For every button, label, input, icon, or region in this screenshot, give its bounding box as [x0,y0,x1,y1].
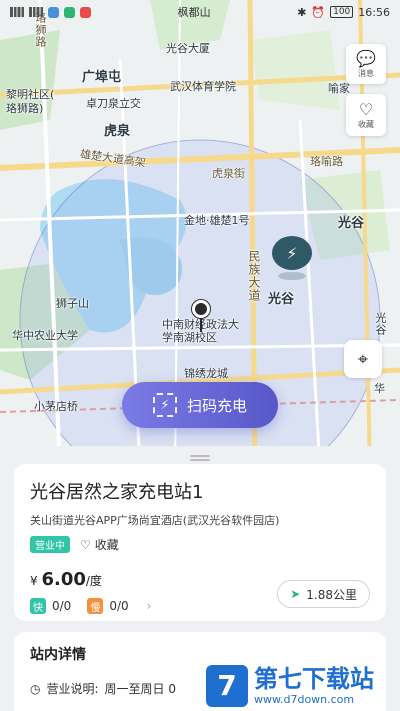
current-location-pin [192,300,210,336]
battery-indicator: 100 [330,6,354,18]
heart-icon: ♡ [358,99,374,119]
map-label: 武汉体育学院 [170,80,236,93]
slow-charge-count: 0/0 [109,599,129,613]
map-label: 光谷 [268,292,295,307]
charging-station-marker[interactable]: ⚡ [272,236,312,280]
app-notification-icon [80,6,91,18]
scan-charge-icon: ⚡ [152,393,177,417]
favorite-toggle[interactable]: ♡ 收藏 [80,536,119,553]
app-notification-icon [64,6,75,18]
map-label: 喻家 [328,82,350,95]
hours-label: 营业说明: [46,682,99,696]
chevron-right-icon: › [146,599,152,613]
price-unit: /度 [85,574,102,588]
price-value: 6.00 [41,569,86,590]
heart-icon: ♡ [80,537,91,552]
map-label: 光谷大厦 [166,42,210,55]
favorites-button[interactable]: ♡ 收藏 [346,94,386,136]
map-label: 金地·雄楚1号 [184,214,250,227]
charger-icon: ⚡ [272,236,312,270]
message-icon: 💬 [356,48,376,68]
map-label: 光谷 [374,312,387,336]
map-label: 小茅店桥 [34,400,78,413]
status-location: 枫都山 [177,6,211,19]
watermark-logo: 7 [206,664,248,707]
signal-icon [10,7,24,17]
favorite-label: 收藏 [94,538,119,552]
signal-icon [29,7,43,17]
map-label: 民族大道 [247,250,261,302]
message-label: 消息 [358,68,374,78]
watermark-name: 第七下载站 [254,665,374,693]
navigation-arrow-icon: ➤ [290,587,301,601]
watermark: 7 第七下载站 www.d7down.com [206,660,396,711]
scan-charge-button[interactable]: ⚡ 扫码充电 [122,382,278,428]
message-button[interactable]: 💬 消息 [346,44,386,84]
status-badge: 营业中 [30,536,70,553]
map-label: 珞喻路 [310,155,343,168]
clock-icon: ◷ [30,681,41,696]
map-label: 光谷 [338,216,365,231]
clock: 16:56 [358,5,390,19]
map-label: 锦绣龙城 [184,367,228,380]
alarm-icon: ⏰ [311,5,326,19]
locate-me-button[interactable]: ⌖ [344,340,382,378]
scan-charge-label: 扫码充电 [186,396,247,415]
crosshair-icon: ⌖ [357,348,369,370]
station-address: 关山街道光谷APP广场尚宜酒店(武汉光谷软件园店) [30,514,280,527]
station-name: 光谷居然之家充电站1 [30,482,204,503]
watermark-url: www.d7down.com [254,693,355,706]
navigate-button[interactable]: ➤ 1.88公里 [277,580,370,608]
favorites-label: 收藏 [358,119,374,129]
app-notification-icon [48,6,59,18]
map-label: 珞狮路) [6,102,44,115]
price-currency: ¥ [30,574,38,588]
fast-charge-badge: 快 [30,598,46,614]
sheet-drag-handle[interactable] [190,455,210,461]
map-label: 华中农业大学 [12,329,78,342]
hours-value: 周一至周日 0 [104,682,176,696]
status-bar: 枫都山 ✱ ⏰ 100 16:56 [0,0,400,24]
map-label: 虎泉街 [212,167,245,180]
map-label: 狮子山 [56,297,89,310]
map-label: 广埠屯 [82,70,122,85]
map-label: 虎泉 [104,124,131,139]
bluetooth-icon: ✱ [297,5,307,19]
station-card[interactable]: 光谷居然之家充电站1 关山街道光谷APP广场尚宜酒店(武汉光谷软件园店) 营业中… [14,464,386,621]
slow-charge-badge: 慢 [87,598,104,614]
fast-charge-count: 0/0 [52,599,72,613]
map-label: 卓刀泉立交 [86,97,141,110]
distance-label: 1.88公里 [306,587,357,602]
map-label: 华 [374,382,385,395]
